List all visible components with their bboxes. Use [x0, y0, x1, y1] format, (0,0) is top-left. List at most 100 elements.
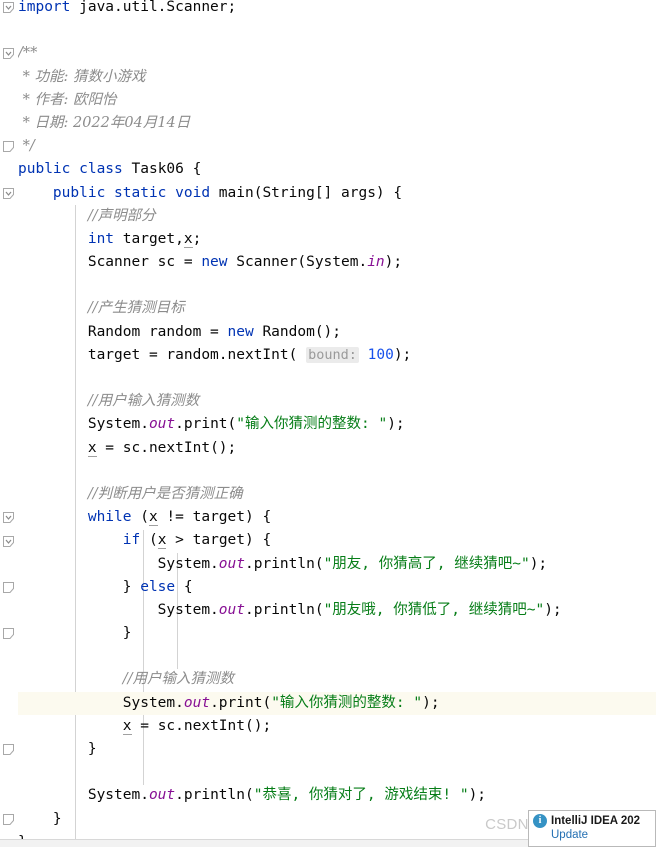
- code-line[interactable]: if (x > target) {: [0, 529, 656, 552]
- fold-collapse-icon[interactable]: [3, 535, 14, 547]
- code-token: x: [148, 509, 158, 527]
- code-line[interactable]: //产生猜测目标: [0, 297, 656, 320]
- notification-title: IntelliJ IDEA 202: [551, 815, 641, 827]
- code-token: main(String[] args) {: [218, 184, 403, 201]
- code-token: if: [122, 532, 149, 549]
- code-token: System.: [18, 601, 219, 618]
- code-line[interactable]: [0, 460, 656, 483]
- code-line[interactable]: System.out.print("输入你猜测的整数: ");: [0, 691, 656, 715]
- code-token: "朋友, 你猜高了, 继续猜吧~": [323, 555, 530, 572]
- code-token: public static void: [52, 184, 219, 201]
- code-token: //用户输入猜测数: [122, 671, 235, 688]
- code-token: "朋友哦, 你猜低了, 继续猜吧~": [323, 601, 545, 618]
- fold-collapse-icon[interactable]: [3, 48, 14, 60]
- code-token: *: [18, 114, 35, 131]
- code-token: System.: [18, 787, 149, 804]
- code-line[interactable]: //用户输入猜测数: [0, 390, 656, 413]
- code-line[interactable]: /**: [0, 42, 656, 65]
- code-token: > target) {: [166, 532, 272, 549]
- code-token: "输入你猜测的整数: ": [271, 694, 423, 711]
- fold-end-icon[interactable]: [3, 141, 14, 153]
- fold-collapse-icon[interactable]: [3, 512, 14, 524]
- code-token: //产生猜测目标: [87, 300, 185, 317]
- code-line[interactable]: System.out.println("朋友, 你猜高了, 继续猜吧~");: [0, 553, 656, 576]
- code-token: in: [367, 254, 385, 271]
- code-token: {: [183, 578, 193, 595]
- code-line[interactable]: public class Task06 {: [0, 158, 656, 181]
- editor-gutter[interactable]: [0, 0, 18, 847]
- code-token: (: [148, 532, 158, 549]
- code-line[interactable]: //判断用户是否猜测正确: [0, 483, 656, 506]
- code-content[interactable]: import java.util.Scanner; /** * 功能: 猜数小游…: [0, 0, 656, 847]
- code-line[interactable]: */: [0, 135, 656, 158]
- code-line[interactable]: * 功能: 猜数小游戏: [0, 66, 656, 89]
- notification-header: i IntelliJ IDEA 202: [529, 811, 655, 828]
- code-token: );: [544, 601, 562, 618]
- code-line[interactable]: Random random = new Random();: [0, 321, 656, 344]
- code-token: "恭喜, 你猜对了, 游戏结束! ": [253, 787, 469, 804]
- code-token: while: [87, 509, 141, 526]
- code-line[interactable]: int target,x;: [0, 228, 656, 251]
- fold-end-icon[interactable]: [3, 814, 14, 825]
- code-token: System.: [18, 555, 219, 572]
- code-line[interactable]: System.out.println("朋友哦, 你猜低了, 继续猜吧~");: [0, 599, 656, 622]
- code-token: System.: [18, 416, 149, 433]
- code-line[interactable]: }: [0, 738, 656, 761]
- code-token: x: [183, 230, 193, 248]
- code-token: 日期: 2022年04月14日: [34, 114, 191, 131]
- code-token: import: [18, 0, 80, 15]
- code-line[interactable]: while (x != target) {: [0, 506, 656, 529]
- code-token: 作者: 欧阳怡: [34, 91, 117, 108]
- fold-end-icon[interactable]: [3, 628, 14, 640]
- code-line[interactable]: import java.util.Scanner;: [0, 0, 656, 19]
- code-token: Scanner sc =: [18, 254, 202, 271]
- code-line[interactable]: * 作者: 欧阳怡: [0, 89, 656, 112]
- code-token: out: [148, 787, 176, 804]
- code-line[interactable]: }: [0, 622, 656, 645]
- code-token: }: [18, 810, 62, 827]
- update-link[interactable]: Update: [529, 829, 655, 841]
- code-token: out: [218, 555, 245, 572]
- code-token: /**: [18, 45, 38, 62]
- code-line[interactable]: System.out.println("恭喜, 你猜对了, 游戏结束! ");: [0, 784, 656, 807]
- code-line[interactable]: [0, 761, 656, 784]
- code-line[interactable]: x = sc.nextInt();: [0, 715, 656, 738]
- code-line[interactable]: * 日期: 2022年04月14日: [0, 112, 656, 135]
- code-token: java.util.Scanner;: [79, 0, 237, 15]
- code-token: != target) {: [157, 509, 272, 526]
- fold-end-icon[interactable]: [3, 744, 14, 756]
- code-token: else: [140, 578, 184, 595]
- code-line[interactable]: [0, 367, 656, 390]
- code-line[interactable]: public static void main(String[] args) {: [0, 182, 656, 205]
- code-token: );: [422, 694, 440, 711]
- code-line[interactable]: [0, 645, 656, 668]
- code-line[interactable]: } else {: [0, 576, 656, 599]
- idea-update-notification[interactable]: i IntelliJ IDEA 202 Update: [528, 810, 656, 847]
- fold-end-icon[interactable]: [3, 582, 14, 593]
- fold-collapse-icon[interactable]: [3, 2, 14, 13]
- code-token: 功能: 猜数小游戏: [34, 68, 146, 85]
- code-token: (: [140, 509, 149, 526]
- code-token: ;: [192, 230, 202, 247]
- code-line[interactable]: System.out.print("输入你猜测的整数: ");: [0, 413, 656, 436]
- code-token: );: [529, 555, 548, 572]
- code-editor[interactable]: import java.util.Scanner; /** * 功能: 猜数小游…: [0, 0, 656, 847]
- code-line[interactable]: [0, 274, 656, 297]
- code-token: *: [18, 91, 35, 108]
- code-token: .println(: [245, 601, 324, 618]
- code-line[interactable]: //声明部分: [0, 205, 656, 228]
- code-token: */: [18, 138, 35, 155]
- code-line[interactable]: x = sc.nextInt();: [0, 437, 656, 460]
- code-token: out: [183, 694, 211, 711]
- code-line[interactable]: [0, 19, 656, 42]
- code-line[interactable]: //用户输入猜测数: [0, 668, 656, 691]
- code-line[interactable]: Scanner sc = new Scanner(System.in);: [0, 251, 656, 274]
- fold-collapse-icon[interactable]: [3, 187, 14, 199]
- code-line[interactable]: target = random.nextInt( bound: 100);: [0, 344, 656, 367]
